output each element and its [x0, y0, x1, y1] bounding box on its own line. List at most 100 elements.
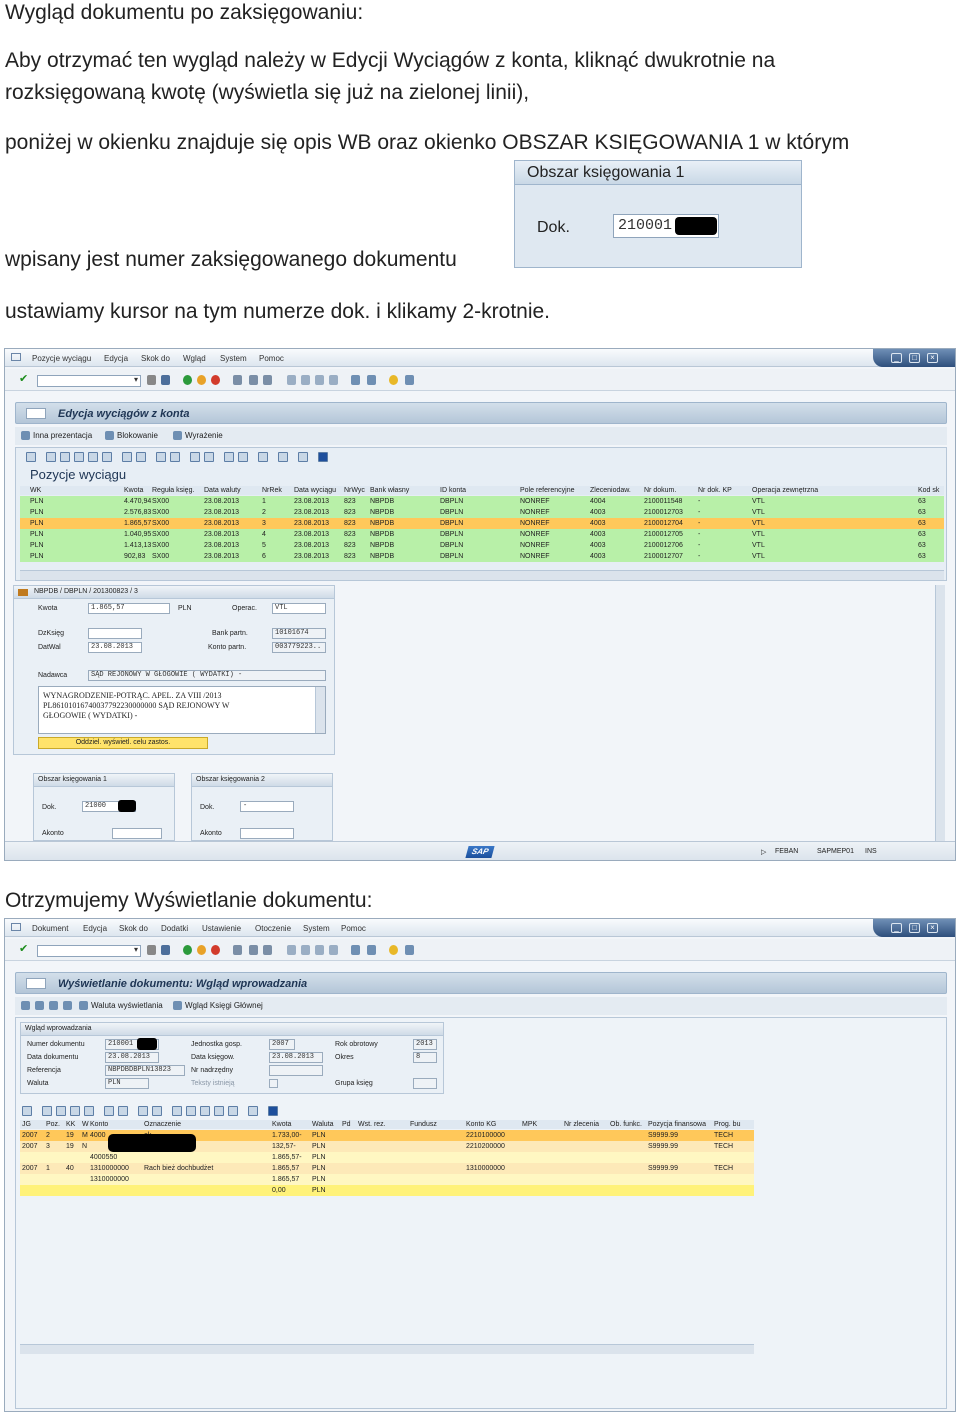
prev-page-icon[interactable]: [301, 375, 310, 385]
word-icon[interactable]: [170, 452, 180, 462]
column-header[interactable]: Konto: [90, 1120, 108, 1129]
column-header[interactable]: Kwota: [124, 486, 143, 495]
close-icon[interactable]: ×: [927, 353, 938, 363]
back-green-icon[interactable]: [183, 945, 192, 955]
parent-number-field[interactable]: [269, 1065, 323, 1076]
description-box[interactable]: WYNAGRODZENIE-POTRĄC. APEL. ZA VIII /201…: [38, 686, 326, 734]
menu-item[interactable]: Pozycje wyciągu: [32, 354, 91, 363]
menu-item[interactable]: System: [303, 924, 330, 933]
first-page-icon[interactable]: [287, 375, 296, 385]
separate-display-button[interactable]: Oddziel. wyświetl. celu zastos.: [38, 737, 208, 749]
column-header[interactable]: Pole referencyjne: [520, 486, 574, 495]
shortcut-icon[interactable]: [367, 375, 376, 385]
print-preview-icon[interactable]: [118, 1106, 128, 1116]
ledger-group-field[interactable]: [413, 1078, 437, 1089]
find-icon[interactable]: [249, 375, 258, 385]
posting-date-field[interactable]: [88, 628, 142, 639]
next-page-icon[interactable]: [315, 945, 324, 955]
column-header[interactable]: Prog. bu: [714, 1120, 740, 1129]
status-arrow-icon[interactable]: ▷: [761, 848, 766, 856]
column-header[interactable]: Waluta: [312, 1120, 334, 1129]
menu-item[interactable]: System: [220, 354, 247, 363]
layout-save-icon[interactable]: [200, 1106, 210, 1116]
amount-field[interactable]: 1.865,57: [88, 603, 170, 614]
texts-exist-checkbox[interactable]: [269, 1079, 278, 1088]
table-row[interactable]: 0,00 PLN: [20, 1185, 754, 1196]
filter-set-icon[interactable]: [104, 1106, 114, 1116]
layout-change-icon[interactable]: [172, 1106, 182, 1116]
help-icon[interactable]: [389, 945, 398, 955]
table-row[interactable]: PLN 1.040,95 SX00 23.08.2013 4 23.08.2013 823 N…: [20, 529, 944, 540]
column-header[interactable]: Oznaczenie: [144, 1120, 181, 1129]
display-variant-icon[interactable]: [21, 431, 30, 440]
expression-icon[interactable]: [173, 431, 182, 440]
filter-icon[interactable]: [56, 1106, 66, 1116]
sender-field[interactable]: SĄD REJONOWY W GŁOGOWIE ( WYDATKI) -: [88, 670, 326, 681]
column-header[interactable]: Wst. rez.: [358, 1120, 386, 1129]
general-ledger-view-button[interactable]: Wgląd Księgi Głównej: [185, 1001, 263, 1010]
menu-item[interactable]: Dokument: [32, 924, 68, 933]
exit-icon[interactable]: [197, 375, 206, 385]
taxes-icon[interactable]: [63, 1001, 72, 1010]
maximize-icon[interactable]: □: [909, 353, 920, 363]
print-icon[interactable]: [233, 375, 242, 385]
column-header[interactable]: Operacja zewnętrzna: [752, 486, 818, 495]
column-header[interactable]: WK: [30, 486, 41, 495]
table-row[interactable]: PLN 1.865,57 SX00 23.08.2013 3 23.08.2013 823 N…: [20, 518, 944, 529]
column-header[interactable]: NrWyc: [344, 486, 365, 495]
horizontal-scrollbar[interactable]: [20, 1344, 754, 1354]
command-field[interactable]: [37, 375, 141, 387]
abc-icon[interactable]: [258, 452, 268, 462]
column-header[interactable]: Kwota: [272, 1120, 291, 1129]
display-icon[interactable]: [21, 1001, 30, 1010]
menu-item[interactable]: Skok do: [141, 354, 170, 363]
layout-icon[interactable]: [405, 375, 414, 385]
menu-item[interactable]: Ustawienie: [202, 924, 241, 933]
period-field[interactable]: 8: [413, 1052, 437, 1063]
display-currency-button[interactable]: Waluta wyświetlania: [91, 1001, 163, 1010]
table-row[interactable]: PLN 2.576,83 SX00 23.08.2013 2 23.08.2013 823 N…: [20, 507, 944, 518]
column-header[interactable]: ID konta: [440, 486, 466, 495]
exit-icon[interactable]: [197, 945, 206, 955]
info-icon[interactable]: [278, 452, 288, 462]
column-header[interactable]: Reguła księg.: [152, 486, 194, 495]
new-session-icon[interactable]: [351, 375, 360, 385]
akonto-field[interactable]: [240, 828, 294, 839]
column-header[interactable]: JG: [22, 1120, 31, 1129]
partner-bank-field[interactable]: 10101674: [272, 628, 326, 639]
block-button[interactable]: Blokowanie: [117, 431, 158, 440]
table-row[interactable]: 2007 1 40 1310000000 Rach bież dochbudżet 1.8…: [20, 1163, 754, 1174]
excel-icon[interactable]: [152, 1106, 162, 1116]
back-green-icon[interactable]: [183, 375, 192, 385]
layout-select-icon[interactable]: [204, 452, 214, 462]
export-icon[interactable]: [138, 1106, 148, 1116]
detail-icon[interactable]: [22, 1106, 32, 1116]
minimize-icon[interactable]: _: [891, 923, 902, 933]
table-row[interactable]: PLN 4.470,94 SX00 23.08.2013 1 23.08.2013 823 N…: [20, 496, 944, 507]
menu-item[interactable]: Pomoc: [341, 924, 366, 933]
fiscal-year-field[interactable]: 2013: [413, 1039, 437, 1050]
menu-item[interactable]: Edycja: [104, 354, 128, 363]
layout-change-icon[interactable]: [190, 452, 200, 462]
posting-date-field[interactable]: 23.08.2013: [269, 1052, 323, 1063]
doc-date-field[interactable]: 23.08.2013: [105, 1052, 159, 1063]
enter-check-icon[interactable]: ✔: [19, 374, 28, 385]
column-header[interactable]: Kod sk: [918, 486, 939, 495]
doc-number-field[interactable]: -: [240, 801, 294, 812]
column-header[interactable]: Data wyciągu: [294, 486, 336, 495]
maximize-icon[interactable]: □: [909, 923, 920, 933]
vertical-scrollbar[interactable]: [935, 585, 945, 841]
other-display-button[interactable]: Inna prezentacja: [33, 431, 92, 440]
menu-item[interactable]: Skok do: [119, 924, 148, 933]
excel-icon[interactable]: [156, 452, 166, 462]
column-header[interactable]: KK: [66, 1120, 75, 1129]
view-icon[interactable]: [248, 1106, 258, 1116]
layout-save-icon[interactable]: [224, 452, 234, 462]
print-preview-icon[interactable]: [122, 452, 132, 462]
find-next-icon[interactable]: [263, 945, 272, 955]
company-code-field[interactable]: 2007: [269, 1039, 295, 1050]
find-icon[interactable]: [249, 945, 258, 955]
information-icon[interactable]: [318, 452, 328, 462]
menu-item[interactable]: Dodatki: [161, 924, 188, 933]
sum-icon[interactable]: [74, 452, 84, 462]
